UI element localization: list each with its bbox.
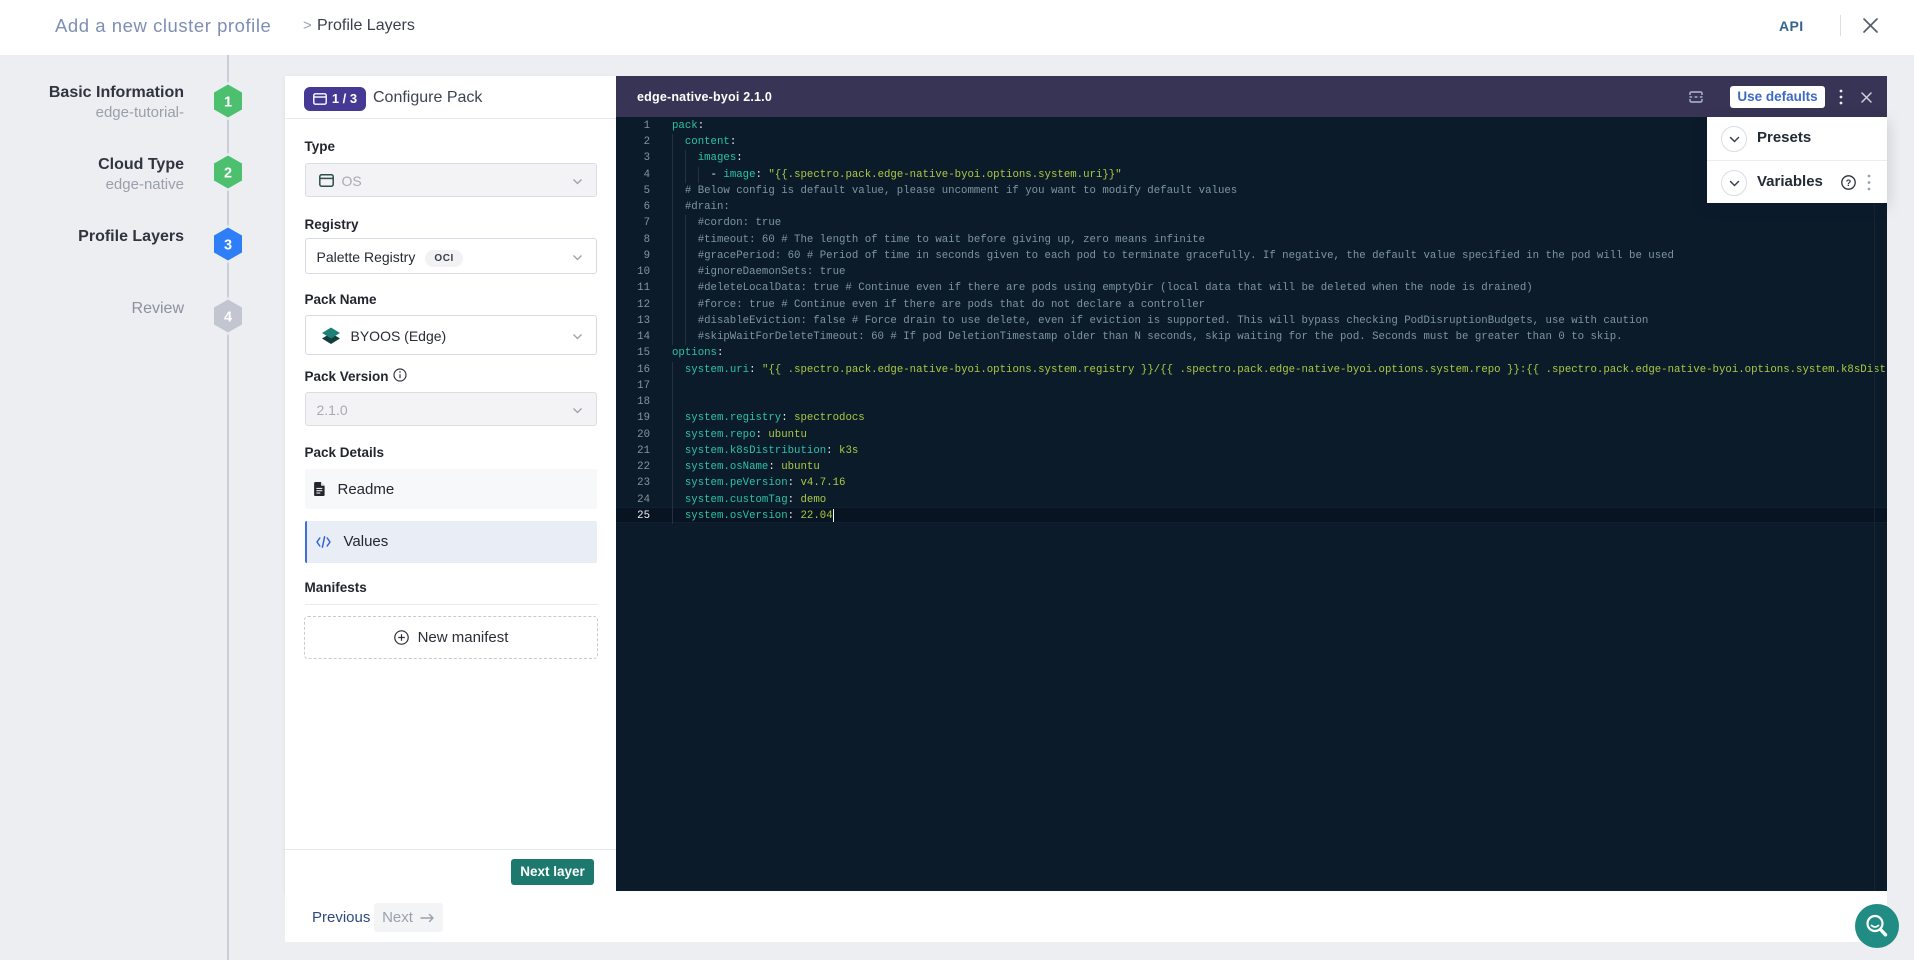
svg-text:1: 1 — [224, 95, 232, 111]
svg-text:4: 4 — [224, 310, 232, 326]
svg-text:?: ? — [1846, 178, 1852, 188]
svg-text:3: 3 — [224, 238, 232, 254]
svg-text:2: 2 — [224, 166, 232, 182]
